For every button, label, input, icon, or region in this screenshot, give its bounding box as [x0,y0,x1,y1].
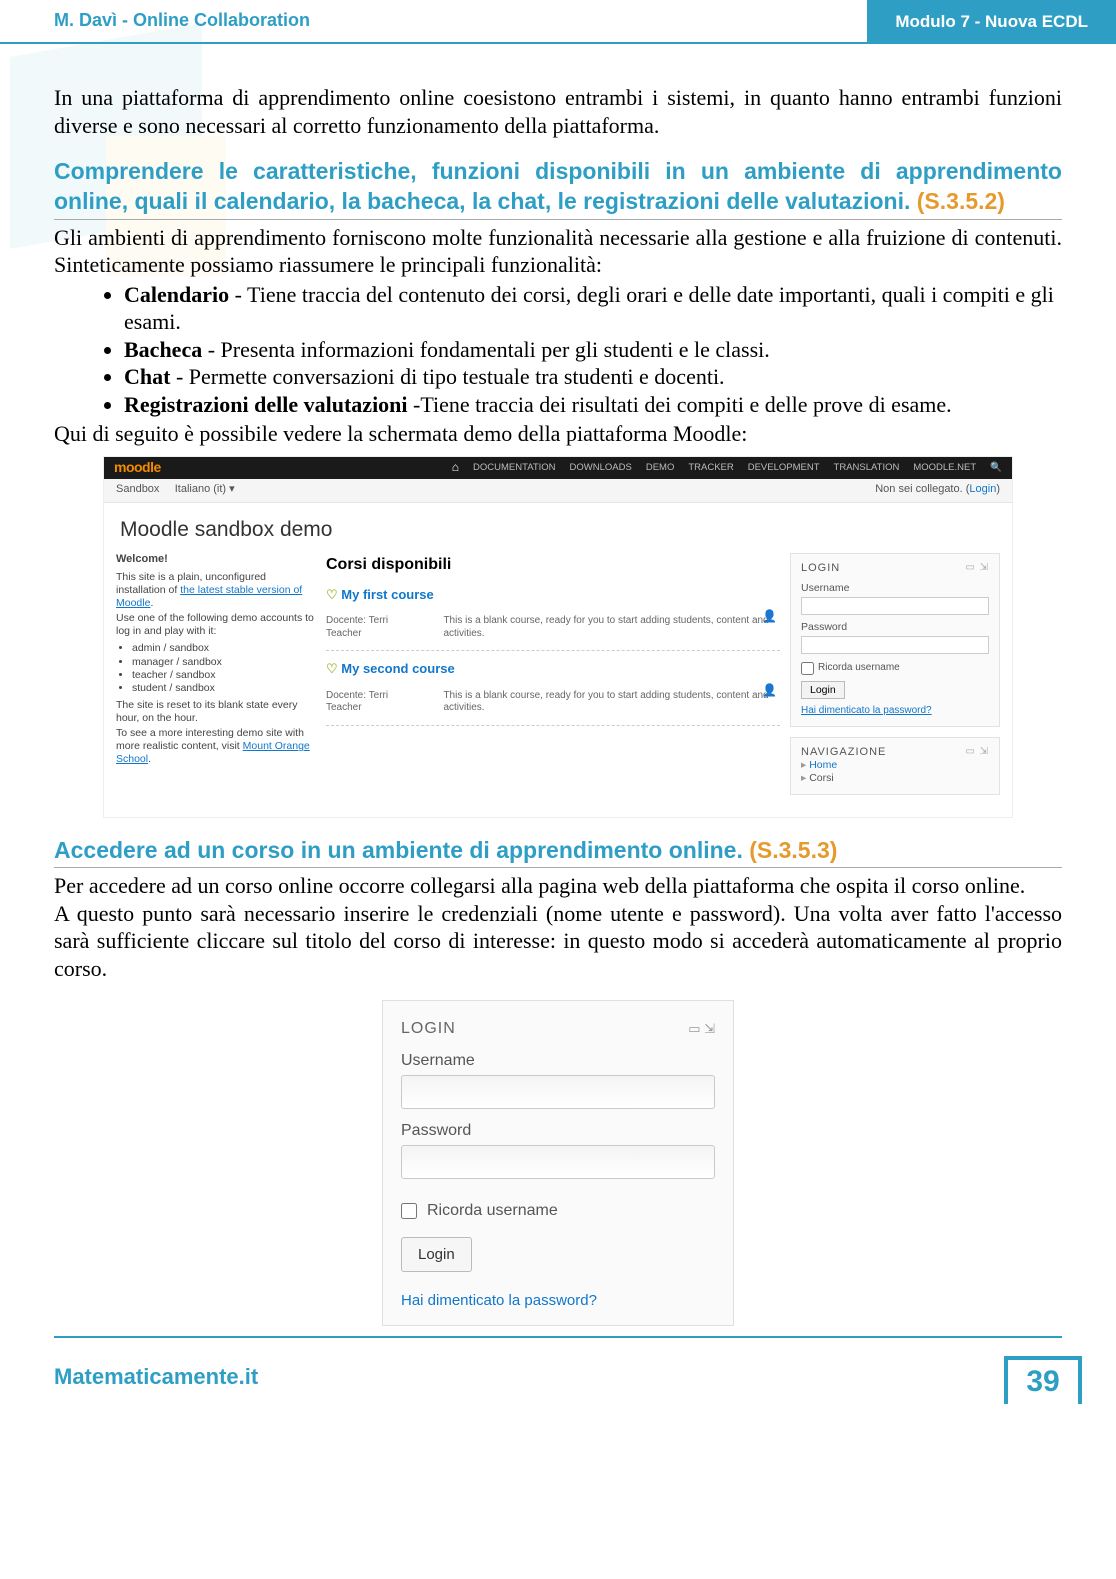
section-title-text: Accedere ad un corso in un ambiente di a… [54,837,743,863]
panel-controls-icon[interactable]: ▭ ⇲ [688,1021,715,1037]
login-title: LOGIN [401,1019,456,1039]
moodle-left-column: Welcome! This site is a plain, unconfigu… [116,553,316,805]
login-title: LOGIN [801,562,840,576]
course-desc: This is a blank course, ready for you to… [443,615,780,640]
sec2-p1: Per accedere ad un corso online occorre … [54,872,1062,900]
welcome-heading: Welcome! [116,553,316,567]
section-lead: Gli ambienti di apprendimento forniscono… [54,224,1062,279]
moodle-right-column: LOGIN ▭ ⇲ Username Password Ricorda user… [790,553,1000,805]
nav-title: NAVIGAZIONE [801,746,886,760]
header-author-title: M. Davì - Online Collaboration [0,0,867,42]
nav-home[interactable]: Home [801,759,989,772]
section-closing: Qui di seguito è possibile vedere la sch… [54,420,1062,448]
person-icon: 👤 [762,609,776,623]
nav-demo[interactable]: DEMO [646,462,675,474]
page-number-box: 39 [1004,1356,1082,1404]
username-label: Username [401,1051,715,1071]
page-content: In una piattaforma di apprendimento onli… [0,44,1116,1336]
nav-documentation[interactable]: DOCUMENTATION [473,462,556,474]
mount-orange-note: To see a more interesting demo site with… [116,727,316,766]
course-card: My second course 👤 Docente: Terri Teache… [326,657,780,725]
username-label: Username [801,582,989,595]
remember-label: Ricorda username [427,1201,558,1221]
navigation-panel: NAVIGAZIONE ▭ ⇲ Home Corsi [790,737,1000,795]
person-icon: 👤 [762,683,776,697]
language-dropdown[interactable]: Italiano (it) ▾ [175,483,235,495]
teacher-label: Docente: Terri Teacher [326,690,417,715]
login-status: Non sei collegato. (Login) [875,483,1000,497]
moodle-page-title: Moodle sandbox demo [104,503,1012,549]
password-label: Password [801,621,989,634]
username-input[interactable] [801,597,989,615]
username-input[interactable] [401,1075,715,1109]
course-link[interactable]: My first course [326,587,780,603]
list-item: teacher / sandbox [132,669,316,682]
login-figure: LOGIN ▭ ⇲ Username Password Ricorda user… [382,1000,734,1326]
nav-moodlenet[interactable]: MOODLE.NET [913,462,976,474]
panel-controls-icon[interactable]: ▭ ⇲ [965,562,989,576]
list-item: Bacheca - Presenta informazioni fondamen… [124,336,1062,364]
nav-development[interactable]: DEVELOPMENT [748,462,820,474]
section-code: (S.3.5.2) [917,188,1005,214]
section-title-s353: Accedere ad un corso in un ambiente di a… [54,836,1062,869]
login-panel: LOGIN ▭ ⇲ Username Password Ricorda user… [790,553,1000,727]
list-item: Calendario - Tiene traccia del contenuto… [124,281,1062,336]
login-button[interactable]: Login [401,1237,472,1272]
section-title-text: Comprendere le caratteristiche, funzioni… [54,158,1062,214]
panel-controls-icon[interactable]: ▭ ⇲ [965,746,989,760]
moodle-figure: moodle ⌂ DOCUMENTATION DOWNLOADS DEMO TR… [54,456,1062,818]
nav-tracker[interactable]: TRACKER [688,462,733,474]
page-footer: Matematicamente.it 39 [0,1348,1116,1404]
course-link[interactable]: My second course [326,661,780,677]
footer-site: Matematicamente.it [54,1364,258,1404]
password-input[interactable] [401,1145,715,1179]
list-item: admin / sandbox [132,642,316,655]
accounts-intro: Use one of the following demo accounts t… [116,612,316,638]
teacher-label: Docente: Terri Teacher [326,615,417,640]
moodle-screenshot: moodle ⌂ DOCUMENTATION DOWNLOADS DEMO TR… [103,456,1013,818]
moodle-topbar: moodle ⌂ DOCUMENTATION DOWNLOADS DEMO TR… [104,457,1012,479]
password-label: Password [401,1121,715,1141]
moodle-logo: moodle [114,459,161,477]
course-desc: This is a blank course, ready for you to… [443,690,780,715]
remember-checkbox[interactable] [401,1203,417,1219]
page-number: 39 [1026,1365,1059,1399]
nav-corsi[interactable]: Corsi [801,772,989,785]
list-item: Chat - Permette conversazioni di tipo te… [124,363,1062,391]
password-input[interactable] [801,636,989,654]
section-code: (S.3.5.3) [749,837,837,863]
list-item: Registrazioni delle valutazioni -Tiene t… [124,391,1062,419]
forgot-password-link[interactable]: Hai dimenticato la password? [401,1292,715,1311]
list-item: student / sandbox [132,682,316,695]
header-module-title: Modulo 7 - Nuova ECDL [867,0,1116,42]
nav-downloads[interactable]: DOWNLOADS [570,462,632,474]
list-item: manager / sandbox [132,656,316,669]
home-icon[interactable]: ⌂ [452,460,459,475]
nav-translation[interactable]: TRANSLATION [834,462,900,474]
page-header: M. Davì - Online Collaboration Modulo 7 … [0,0,1116,44]
login-button[interactable]: Login [801,681,845,699]
demo-accounts: admin / sandbox manager / sandbox teache… [132,642,316,695]
intro-paragraph: In una piattaforma di apprendimento onli… [54,84,1062,139]
login-link[interactable]: Login [969,483,996,495]
forgot-password-link[interactable]: Hai dimenticato la password? [801,705,989,718]
remember-checkbox[interactable] [801,662,814,675]
welcome-text: This site is a plain, unconfigured insta… [116,571,316,610]
remember-label: Ricorda username [818,662,900,675]
courses-heading: Corsi disponibili [326,555,780,575]
course-card: My first course 👤 Docente: Terri Teacher… [326,583,780,651]
sandbox-label: Sandbox [116,483,159,495]
search-icon[interactable]: 🔍 [990,462,1002,474]
feature-list: Calendario - Tiene traccia del contenuto… [124,281,1062,419]
section-title-s352: Comprendere le caratteristiche, funzioni… [54,157,1062,220]
sec2-p2: A questo punto sarà necessario inserire … [54,900,1062,983]
footer-rule [54,1336,1062,1338]
moodle-mid-column: Corsi disponibili My first course 👤 Doce… [326,553,780,805]
moodle-subbar: Sandbox Italiano (it) ▾ Non sei collegat… [104,479,1012,503]
reset-note: The site is reset to its blank state eve… [116,699,316,725]
